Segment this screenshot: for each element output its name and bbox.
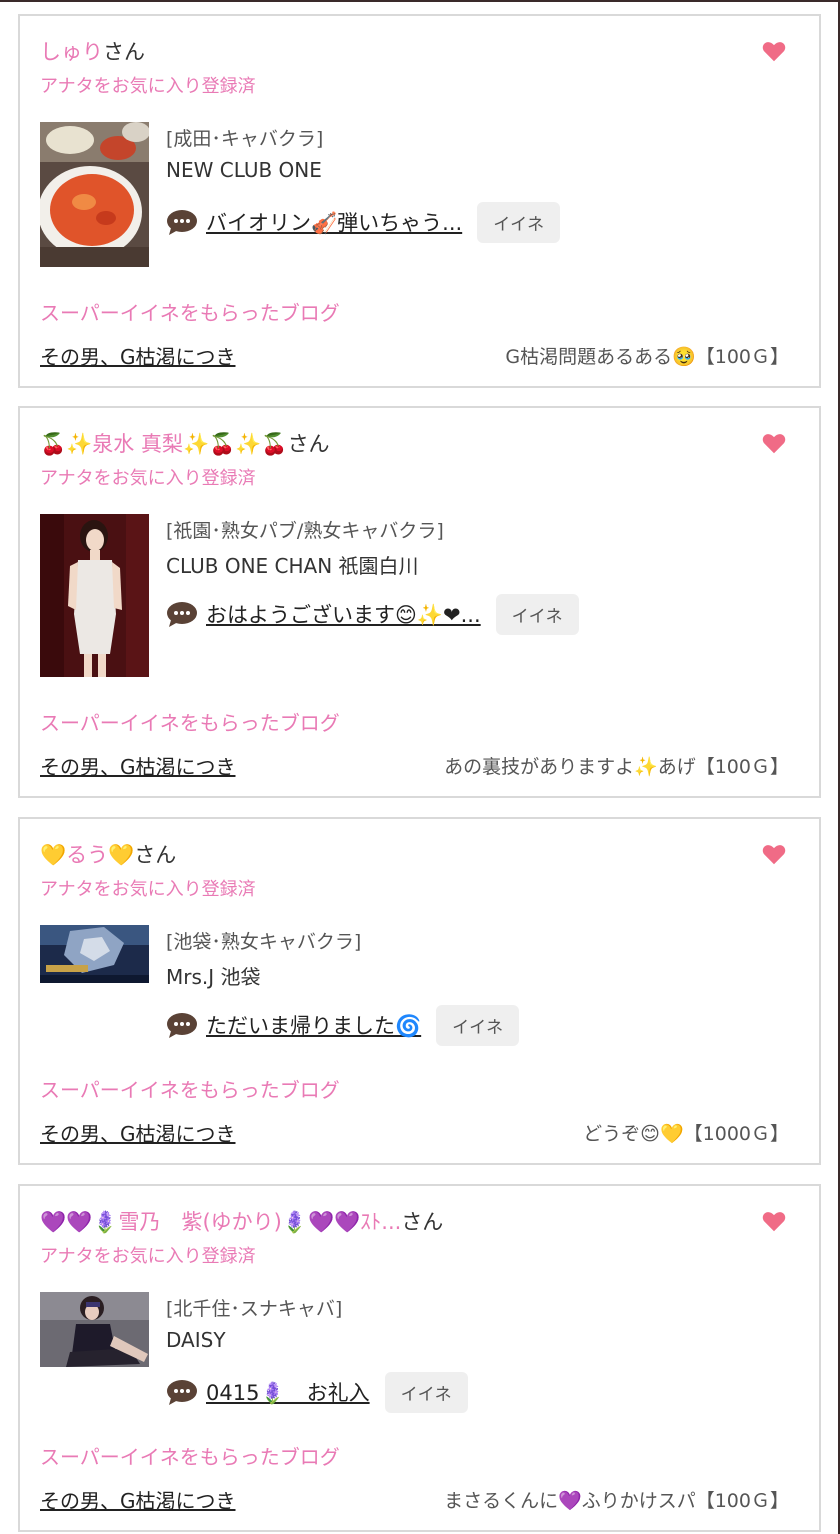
shop-name[interactable]: NEW CLUB ONE <box>166 158 322 182</box>
speech-bubble-icon <box>167 210 197 235</box>
iine-button[interactable]: イイネ <box>495 593 579 635</box>
blog-title[interactable]: どうぞ😊💛【1000Ｇ】 <box>583 1119 789 1146</box>
favorite-card: 🍒✨泉水 真梨✨🍒✨🍒さん アナタをお気に入り登録済 [祇園･熟女パブ/熟女キャ… <box>18 406 821 798</box>
blog-link[interactable]: その男、G枯渇につき <box>40 751 236 780</box>
speech-bubble-icon <box>167 1380 197 1405</box>
speech-bubble-icon <box>167 602 197 627</box>
shop-category: [成田･キャバクラ] <box>166 128 324 150</box>
shop-category: [池袋･熟女キャバクラ] <box>166 931 362 953</box>
message-row: 0415🪻 お礼入 イイネ <box>166 1371 468 1413</box>
message-link[interactable]: バイオリン🎻弾いちゃう... <box>206 207 462 237</box>
blog-link[interactable]: その男、G枯渇につき <box>40 341 236 370</box>
favorite-card: 💛るう💛さん アナタをお気に入り登録済 [池袋･熟女キャバクラ] Mrs.J 池… <box>18 817 821 1165</box>
message-row: おはようございます😊✨❤... イイネ <box>166 593 579 635</box>
cast-thumbnail[interactable] <box>40 925 149 983</box>
cast-name-suffix: さん <box>103 40 145 64</box>
cast-name-text[interactable]: 💛るう💛 <box>40 843 134 867</box>
blog-link[interactable]: その男、G枯渇につき <box>40 1118 236 1147</box>
shop-name[interactable]: Mrs.J 池袋 <box>166 961 261 990</box>
cast-name[interactable]: しゅりさん <box>40 36 145 66</box>
cast-thumbnail[interactable] <box>40 514 149 677</box>
super-iine-label: スーパーイイネをもらったブログ <box>40 1445 340 1469</box>
message-row: ただいま帰りました🌀 イイネ <box>166 1004 520 1046</box>
speech-bubble-icon <box>167 1013 197 1038</box>
super-iine-label: スーパーイイネをもらったブログ <box>40 301 340 325</box>
message-link[interactable]: 0415🪻 お礼入 <box>206 1377 370 1407</box>
favorite-card: しゅりさん アナタをお気に入り登録済 [成田･キャバクラ] NEW CLUB O… <box>18 14 821 388</box>
cast-name[interactable]: 💜💜🪻雪乃 紫(ゆかり)🪻💜💜ｽﾄ...さん <box>40 1206 443 1236</box>
heart-icon[interactable] <box>761 1208 787 1234</box>
cast-name-text[interactable]: 💜💜🪻雪乃 紫(ゆかり)🪻💜💜ｽﾄ... <box>40 1210 401 1234</box>
message-link[interactable]: おはようございます😊✨❤... <box>206 599 481 629</box>
super-iine-label: スーパーイイネをもらったブログ <box>40 711 340 735</box>
cast-name-suffix: さん <box>401 1210 444 1234</box>
message-row: バイオリン🎻弾いちゃう... イイネ <box>166 201 561 243</box>
cast-name-suffix: さん <box>287 432 330 456</box>
blog-title[interactable]: まさるくんに💜ふりかけスパ【100Ｇ】 <box>444 1486 789 1513</box>
blog-title[interactable]: あの裏技がありますよ✨あげ【100Ｇ】 <box>444 752 789 779</box>
cast-thumbnail[interactable] <box>40 122 149 267</box>
iine-button[interactable]: イイネ <box>477 201 561 243</box>
cast-name[interactable]: 💛るう💛さん <box>40 839 176 869</box>
heart-icon[interactable] <box>761 38 787 64</box>
shop-category: [北千住･スナキャバ] <box>166 1298 343 1320</box>
super-iine-label: スーパーイイネをもらったブログ <box>40 1078 340 1102</box>
favorite-registered-label: アナタをお気に入り登録済 <box>40 879 256 900</box>
blog-title[interactable]: G枯渇問題あるある🥹【100Ｇ】 <box>505 342 789 369</box>
iine-button[interactable]: イイネ <box>384 1371 468 1413</box>
shop-name[interactable]: DAISY <box>166 1328 226 1352</box>
blog-link[interactable]: その男、G枯渇につき <box>40 1485 236 1514</box>
favorite-registered-label: アナタをお気に入り登録済 <box>40 468 256 489</box>
message-link[interactable]: ただいま帰りました🌀 <box>206 1010 421 1040</box>
favorites-page: しゅりさん アナタをお気に入り登録済 [成田･キャバクラ] NEW CLUB O… <box>0 0 840 1534</box>
shop-name[interactable]: CLUB ONE CHAN 祇園白川 <box>166 550 419 579</box>
cast-name-text[interactable]: しゅり <box>40 40 103 64</box>
favorite-registered-label: アナタをお気に入り登録済 <box>40 1246 256 1267</box>
heart-icon[interactable] <box>761 841 787 867</box>
favorite-registered-label: アナタをお気に入り登録済 <box>40 76 256 97</box>
heart-icon[interactable] <box>761 430 787 456</box>
favorite-card: 💜💜🪻雪乃 紫(ゆかり)🪻💜💜ｽﾄ...さん アナタをお気に入り登録済 [北千住… <box>18 1184 821 1532</box>
cast-name-text[interactable]: 🍒✨泉水 真梨✨🍒✨🍒 <box>40 432 288 456</box>
shop-category: [祇園･熟女パブ/熟女キャバクラ] <box>166 520 444 542</box>
cast-name[interactable]: 🍒✨泉水 真梨✨🍒✨🍒さん <box>40 428 330 458</box>
cast-thumbnail[interactable] <box>40 1292 149 1367</box>
cast-name-suffix: さん <box>134 843 177 867</box>
iine-button[interactable]: イイネ <box>436 1004 520 1046</box>
top-border <box>0 0 840 2</box>
